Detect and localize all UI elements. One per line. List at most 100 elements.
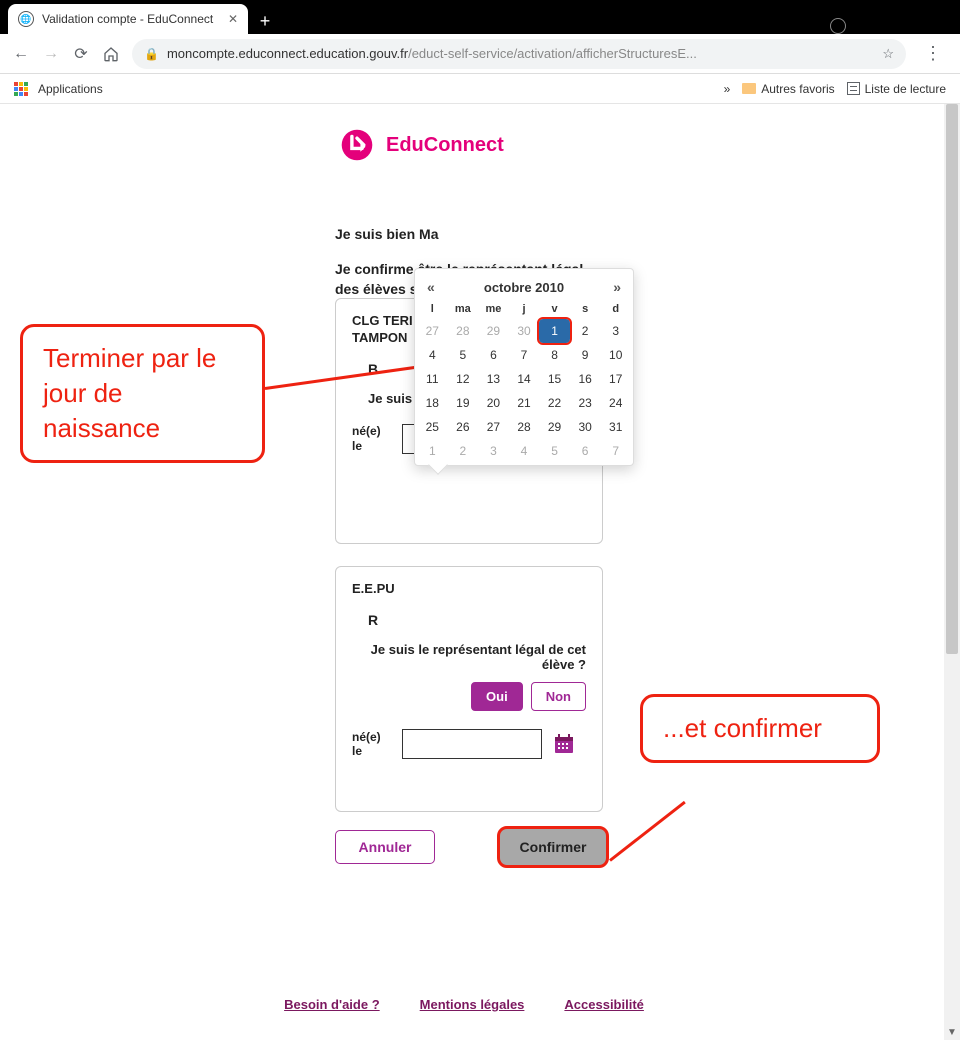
datepicker-day[interactable]: 6 bbox=[570, 439, 601, 463]
datepicker-day[interactable]: 2 bbox=[448, 439, 479, 463]
tab-title: Validation compte - EduConnect bbox=[42, 12, 213, 26]
student-card-2: E.E.PU R Je suis le représentant légal d… bbox=[335, 566, 603, 812]
greeting-text: Je suis bien Ma bbox=[335, 226, 438, 242]
vertical-scrollbar[interactable]: ▲ ▼ bbox=[944, 104, 960, 1040]
datepicker-popup: « octobre 2010 » lmamejvsd27282930123456… bbox=[414, 268, 634, 466]
scrollbar-thumb[interactable] bbox=[946, 104, 958, 654]
footer-links: Besoin d'aide ? Mentions légales Accessi… bbox=[0, 997, 928, 1012]
bookmarks-bar: Applications » Autres favoris Liste de l… bbox=[0, 74, 960, 104]
datepicker-day[interactable]: 4 bbox=[509, 439, 540, 463]
folder-icon bbox=[742, 83, 756, 94]
student-initial: R bbox=[368, 612, 586, 628]
reload-button[interactable]: ⟳ bbox=[72, 45, 90, 63]
close-tab-icon[interactable]: ✕ bbox=[228, 12, 238, 26]
bookmarks-more[interactable]: » bbox=[724, 82, 731, 96]
datepicker-day[interactable]: 3 bbox=[478, 439, 509, 463]
datepicker-day[interactable]: 21 bbox=[509, 391, 540, 415]
browser-tab[interactable]: 🌐 Validation compte - EduConnect ✕ bbox=[8, 4, 248, 34]
non-button[interactable]: Non bbox=[531, 682, 586, 711]
oui-button[interactable]: Oui bbox=[471, 682, 523, 711]
datepicker-day[interactable]: 28 bbox=[509, 415, 540, 439]
annotation-callout-2: ...et confirmer bbox=[640, 694, 880, 763]
dob-input-2[interactable] bbox=[402, 729, 542, 759]
minimize-button[interactable]: — bbox=[864, 18, 878, 32]
datepicker-day[interactable]: 3 bbox=[600, 319, 631, 343]
datepicker-dow: me bbox=[478, 299, 509, 319]
datepicker-prev-button[interactable]: « bbox=[427, 279, 435, 295]
educonnect-logo-icon bbox=[340, 128, 374, 162]
browser-toolbar: ← → ⟳ 🔒 moncompte.educonnect.education.g… bbox=[0, 34, 960, 74]
datepicker-day[interactable]: 2 bbox=[570, 319, 601, 343]
maximize-button[interactable]: ▢ bbox=[896, 18, 910, 32]
datepicker-day[interactable]: 22 bbox=[539, 391, 570, 415]
legal-link[interactable]: Mentions légales bbox=[420, 997, 525, 1012]
datepicker-day[interactable]: 6 bbox=[478, 343, 509, 367]
datepicker-day[interactable]: 16 bbox=[570, 367, 601, 391]
datepicker-day[interactable]: 5 bbox=[539, 439, 570, 463]
datepicker-day[interactable]: 29 bbox=[478, 319, 509, 343]
url-text: moncompte.educonnect.education.gouv.fr/e… bbox=[167, 46, 874, 61]
datepicker-day[interactable]: 27 bbox=[478, 415, 509, 439]
home-button[interactable] bbox=[102, 45, 120, 63]
datepicker-title[interactable]: octobre 2010 bbox=[484, 280, 564, 295]
browser-tabstrip: 🌐 Validation compte - EduConnect ✕ + ● —… bbox=[0, 0, 960, 34]
brand-header: EduConnect bbox=[340, 128, 504, 162]
browser-menu-button[interactable]: ⋮ bbox=[918, 43, 948, 64]
annotation-callout-1: Terminer par le jour de naissance bbox=[20, 324, 265, 463]
calendar-icon[interactable] bbox=[552, 732, 576, 756]
datepicker-day[interactable]: 1 bbox=[539, 319, 570, 343]
globe-icon: 🌐 bbox=[18, 11, 34, 27]
reading-list[interactable]: Liste de lecture bbox=[847, 82, 946, 96]
datepicker-day[interactable]: 19 bbox=[448, 391, 479, 415]
datepicker-day[interactable]: 17 bbox=[600, 367, 631, 391]
datepicker-day[interactable]: 4 bbox=[417, 343, 448, 367]
datepicker-day[interactable]: 9 bbox=[570, 343, 601, 367]
forward-button[interactable]: → bbox=[42, 45, 60, 63]
datepicker-day[interactable]: 13 bbox=[478, 367, 509, 391]
help-link[interactable]: Besoin d'aide ? bbox=[284, 997, 380, 1012]
datepicker-day[interactable]: 15 bbox=[539, 367, 570, 391]
datepicker-day[interactable]: 23 bbox=[570, 391, 601, 415]
datepicker-day[interactable]: 25 bbox=[417, 415, 448, 439]
datepicker-day[interactable]: 24 bbox=[600, 391, 631, 415]
datepicker-day[interactable]: 30 bbox=[570, 415, 601, 439]
datepicker-dow: s bbox=[570, 299, 601, 319]
list-icon bbox=[847, 82, 860, 95]
confirm-button[interactable]: Confirmer bbox=[497, 826, 609, 868]
datepicker-day[interactable]: 7 bbox=[600, 439, 631, 463]
scroll-down-icon[interactable]: ▼ bbox=[944, 1024, 960, 1040]
datepicker-day[interactable]: 20 bbox=[478, 391, 509, 415]
datepicker-day[interactable]: 11 bbox=[417, 367, 448, 391]
datepicker-grid: lmamejvsd2728293012345678910111213141516… bbox=[417, 299, 631, 463]
datepicker-day[interactable]: 28 bbox=[448, 319, 479, 343]
datepicker-day[interactable]: 10 bbox=[600, 343, 631, 367]
cancel-button[interactable]: Annuler bbox=[335, 830, 435, 864]
datepicker-day[interactable]: 7 bbox=[509, 343, 540, 367]
datepicker-next-button[interactable]: » bbox=[613, 279, 621, 295]
bookmark-star-icon[interactable]: ☆ bbox=[882, 46, 894, 62]
datepicker-dow: v bbox=[539, 299, 570, 319]
datepicker-day[interactable]: 29 bbox=[539, 415, 570, 439]
dob-label: né(e) le bbox=[352, 424, 392, 453]
datepicker-day[interactable]: 5 bbox=[448, 343, 479, 367]
datepicker-day[interactable]: 12 bbox=[448, 367, 479, 391]
school-name: E.E.PU bbox=[352, 581, 586, 598]
other-bookmarks[interactable]: Autres favoris bbox=[742, 82, 834, 96]
datepicker-day[interactable]: 30 bbox=[509, 319, 540, 343]
annotation-leader-2 bbox=[609, 801, 686, 862]
close-window-button[interactable]: ✕ bbox=[928, 18, 942, 32]
back-button[interactable]: ← bbox=[12, 45, 30, 63]
address-bar[interactable]: 🔒 moncompte.educonnect.education.gouv.fr… bbox=[132, 39, 906, 69]
datepicker-day[interactable]: 8 bbox=[539, 343, 570, 367]
new-tab-button[interactable]: + bbox=[252, 8, 278, 34]
datepicker-dow: d bbox=[600, 299, 631, 319]
record-indicator-icon: ● bbox=[830, 18, 846, 34]
datepicker-day[interactable]: 26 bbox=[448, 415, 479, 439]
datepicker-day[interactable]: 27 bbox=[417, 319, 448, 343]
accessibility-link[interactable]: Accessibilité bbox=[564, 997, 644, 1012]
datepicker-day[interactable]: 18 bbox=[417, 391, 448, 415]
apps-label[interactable]: Applications bbox=[38, 82, 103, 96]
datepicker-day[interactable]: 14 bbox=[509, 367, 540, 391]
datepicker-day[interactable]: 31 bbox=[600, 415, 631, 439]
apps-icon[interactable] bbox=[14, 82, 28, 96]
